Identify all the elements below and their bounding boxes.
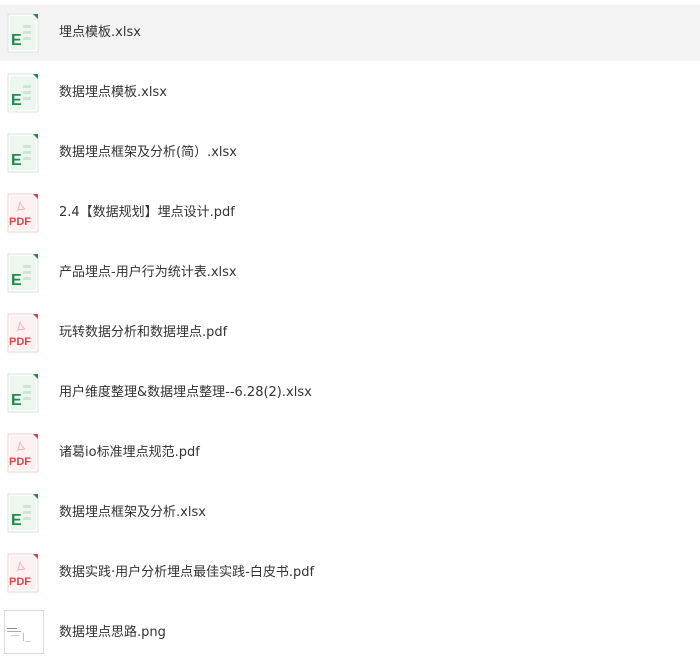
- pdf-icon: PDF: [7, 553, 39, 593]
- file-name: 用户维度整理&数据埋点整理--6.28(2).xlsx: [59, 385, 312, 400]
- file-row[interactable]: PDF 诸葛io标准埋点规范.pdf: [0, 425, 700, 481]
- excel-icon: E: [7, 73, 39, 113]
- pdf-icon: PDF: [7, 313, 39, 353]
- excel-icon: E: [7, 133, 39, 173]
- excel-icon: E: [7, 13, 39, 53]
- file-row[interactable]: E 数据埋点框架及分析.xlsx: [0, 485, 700, 541]
- file-name: 数据埋点框架及分析.xlsx: [59, 505, 206, 520]
- file-row[interactable]: E 数据埋点模板.xlsx: [0, 65, 700, 121]
- file-name: 数据埋点模板.xlsx: [59, 85, 167, 100]
- file-row[interactable]: E 产品埋点-用户行为统计表.xlsx: [0, 245, 700, 301]
- excel-icon: E: [7, 253, 39, 293]
- excel-icon: E: [7, 493, 39, 533]
- excel-icon-letter: E: [11, 512, 22, 529]
- pdf-icon: PDF: [7, 433, 39, 473]
- file-row[interactable]: E 数据埋点框架及分析(简）.xlsx: [0, 125, 700, 181]
- file-name: 诸葛io标准埋点规范.pdf: [59, 445, 200, 460]
- file-name: 2.4【数据规划】埋点设计.pdf: [59, 205, 235, 220]
- file-name: 玩转数据分析和数据埋点.pdf: [59, 325, 228, 340]
- file-list: E 埋点模板.xlsx E 数据埋点模板.xlsx E 数据埋点框架及分析(简）…: [0, 0, 700, 663]
- pdf-icon-label: PDF: [9, 456, 31, 468]
- excel-icon-letter: E: [11, 392, 22, 409]
- excel-icon-letter: E: [11, 272, 22, 289]
- file-name: 埋点模板.xlsx: [59, 25, 141, 40]
- excel-icon-letter: E: [11, 32, 22, 49]
- file-row[interactable]: E 埋点模板.xlsx: [0, 5, 700, 61]
- file-name: 数据埋点思路.png: [59, 625, 166, 640]
- file-name: 数据实践·用户分析埋点最佳实践-白皮书.pdf: [59, 565, 315, 580]
- file-row[interactable]: 数据埋点思路.png: [0, 605, 700, 661]
- pdf-icon: PDF: [7, 193, 39, 233]
- excel-icon-letter: E: [11, 152, 22, 169]
- excel-icon: E: [7, 373, 39, 413]
- file-name: 产品埋点-用户行为统计表.xlsx: [59, 265, 237, 280]
- file-row[interactable]: PDF 2.4【数据规划】埋点设计.pdf: [0, 185, 700, 241]
- file-name: 数据埋点框架及分析(简）.xlsx: [59, 145, 237, 160]
- file-row[interactable]: PDF 数据实践·用户分析埋点最佳实践-白皮书.pdf: [0, 545, 700, 601]
- pdf-icon-label: PDF: [9, 216, 31, 228]
- pdf-icon-label: PDF: [9, 336, 31, 348]
- file-row[interactable]: E 用户维度整理&数据埋点整理--6.28(2).xlsx: [0, 365, 700, 421]
- pdf-icon-label: PDF: [9, 576, 31, 588]
- file-row[interactable]: PDF 玩转数据分析和数据埋点.pdf: [0, 305, 700, 361]
- image-thumbnail-icon: [4, 610, 44, 654]
- excel-icon-letter: E: [11, 92, 22, 109]
